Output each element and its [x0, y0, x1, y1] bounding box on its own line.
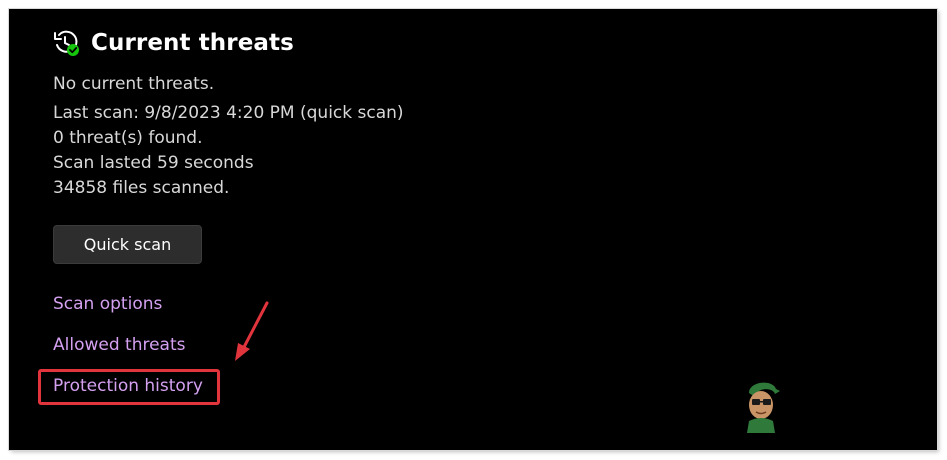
page-title: Current threats: [91, 30, 294, 56]
scan-options-link[interactable]: Scan options: [53, 293, 162, 315]
scan-duration-text: Scan lasted 59 seconds: [53, 153, 254, 173]
defender-window: Current threats No current threats. Last…: [9, 9, 937, 450]
files-scanned-text: 34858 files scanned.: [53, 178, 230, 198]
threats-found-text: 0 threat(s) found.: [53, 128, 203, 148]
annotation-arrow-icon: [235, 301, 269, 361]
annotation-highlight-box: [38, 369, 220, 405]
last-scan-text: Last scan: 9/8/2023 4:20 PM (quick scan): [53, 103, 404, 123]
threat-status-text: No current threats.: [53, 74, 215, 94]
allowed-threats-link[interactable]: Allowed threats: [53, 334, 186, 356]
quick-scan-button[interactable]: Quick scan: [53, 225, 202, 264]
appuals-mascot-logo: [747, 382, 780, 433]
history-clock-check-icon: [54, 30, 79, 56]
